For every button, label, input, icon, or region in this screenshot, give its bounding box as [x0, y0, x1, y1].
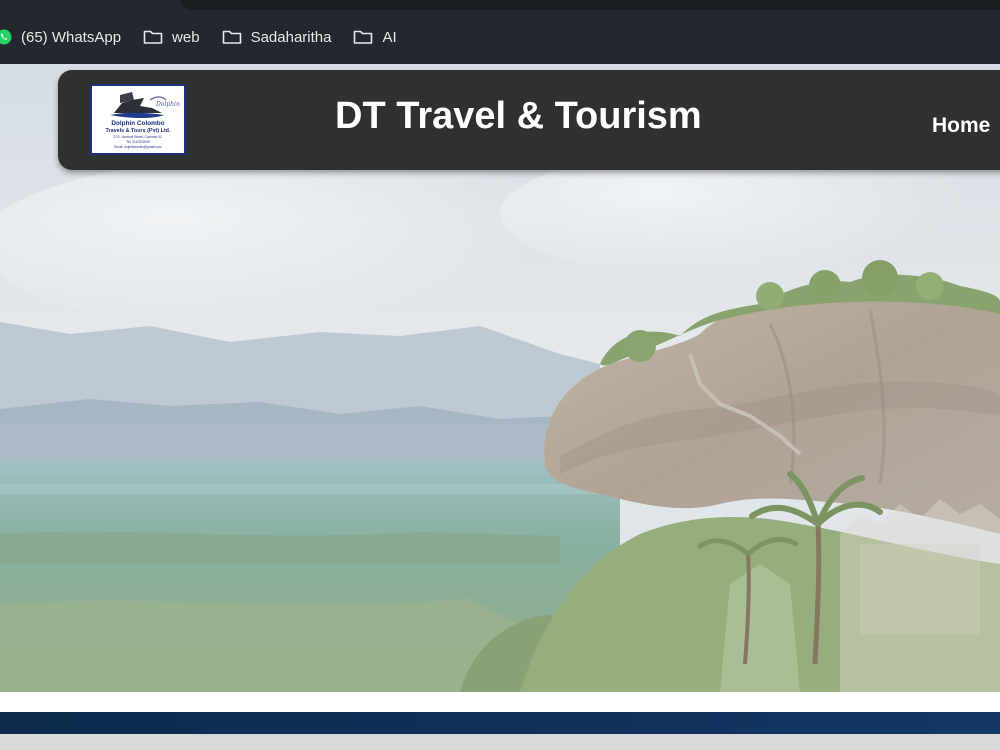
- section-divider-band: [0, 712, 1000, 734]
- logo-address: 27/2, Vauxhall Street, Colombo 02.: [113, 135, 162, 139]
- folder-icon: [222, 29, 242, 45]
- logo-script-text: Dolphin: [155, 101, 180, 108]
- bookmark-label: AI: [382, 28, 397, 46]
- folder-icon: [143, 29, 163, 45]
- page-bottom-strip: [0, 734, 1000, 750]
- whatsapp-icon: [0, 29, 12, 45]
- logo-company-name: Dolphin Colombo: [111, 120, 164, 127]
- bookmark-sadaharitha[interactable]: Sadaharitha: [222, 28, 332, 46]
- logo-email: Email: dolphintravels@gmail.com: [114, 145, 162, 149]
- bookmarks-bar: (65) WhatsApp web Sadaharitha AI: [0, 20, 1000, 54]
- company-logo[interactable]: Dolphin Dolphin Colombo Travels & Tours …: [90, 84, 186, 155]
- bookmark-web[interactable]: web: [143, 29, 200, 46]
- bookmark-ai[interactable]: AI: [353, 28, 397, 46]
- bookmark-label: web: [172, 28, 200, 46]
- address-bar[interactable]: [180, 0, 1000, 10]
- folder-icon: [353, 29, 373, 45]
- logo-company-subtitle: Travels & Tours (Pvt) Ltd.: [106, 128, 171, 134]
- web-page: Dolphin Dolphin Colombo Travels & Tours …: [0, 64, 1000, 750]
- nav-link-home[interactable]: Home: [932, 114, 990, 138]
- bookmark-label: Sadaharitha: [250, 28, 332, 46]
- logo-phone: Tel: 0112302530: [126, 140, 150, 144]
- browser-toolbar: (65) WhatsApp web Sadaharitha AI: [0, 0, 1000, 64]
- site-title: DT Travel & Tourism: [335, 95, 702, 137]
- site-header: Dolphin Dolphin Colombo Travels & Tours …: [58, 70, 1000, 170]
- bookmark-label: (65) WhatsApp: [21, 28, 122, 46]
- bookmark-whatsapp[interactable]: (65) WhatsApp: [0, 29, 121, 46]
